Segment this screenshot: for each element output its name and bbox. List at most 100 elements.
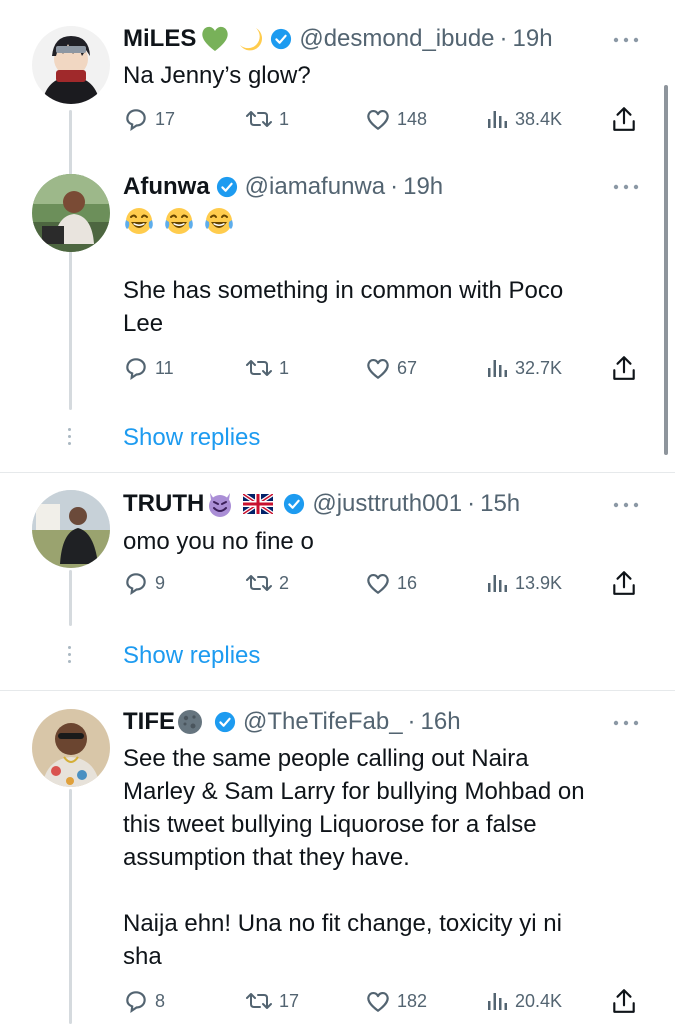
smiling-face-with-horns-icon (205, 489, 235, 519)
timestamp[interactable]: 15h (480, 490, 520, 518)
reply-button[interactable]: 9 (123, 567, 165, 599)
tweet-text-line: Lee (123, 310, 164, 337)
share-button[interactable] (611, 352, 637, 384)
tweet-text-line: See the same people calling out Naira (123, 745, 529, 772)
tweet-actions: 9 2 16 13.9K (123, 567, 643, 599)
separator-dot: · (407, 708, 416, 735)
green-heart-icon (200, 25, 230, 53)
tweet-header: MiLES @desmond_ibude · 19h (123, 21, 553, 57)
thread-line (69, 789, 72, 1024)
avatar[interactable] (32, 26, 110, 104)
repost-button[interactable]: 2 (245, 567, 289, 599)
handle[interactable]: @justtruth001 (312, 490, 462, 518)
views-button[interactable]: 32.7K (485, 352, 562, 384)
tweet-actions: 11 1 67 32.7K (123, 352, 643, 384)
views-icon (485, 356, 509, 380)
reply-count: 8 (155, 990, 166, 1011)
reply-button[interactable]: 17 (123, 103, 175, 135)
tweet-text: She has something in common with Poco Le… (123, 274, 643, 340)
timestamp[interactable]: 19h (403, 173, 443, 201)
tweet-text: Na Jenny’s glow? (123, 59, 643, 92)
reply-button[interactable]: 8 (123, 985, 165, 1017)
reply-icon (123, 355, 149, 381)
tweet-text-line: Marley & Sam Larry for bullying Mohbad o… (123, 778, 585, 805)
avatar[interactable] (32, 490, 110, 568)
more-options-icon[interactable] (612, 183, 640, 191)
reply-icon (123, 106, 149, 132)
tweet-text: See the same people calling out Naira Ma… (123, 742, 643, 973)
crescent-moon-icon (236, 25, 264, 53)
scrollbar[interactable] (664, 85, 668, 455)
thread-more-dots (67, 646, 73, 667)
handle[interactable]: @desmond_ibude (299, 25, 494, 53)
separator-dot: · (467, 490, 476, 517)
tweet-text-line: Naija ehn! Una no fit change, toxicity y… (123, 910, 562, 937)
reply-button[interactable]: 11 (123, 352, 174, 384)
repost-button[interactable]: 1 (245, 352, 289, 384)
thread-line (69, 570, 72, 626)
like-button[interactable]: 67 (365, 352, 417, 384)
reply-icon (123, 570, 149, 596)
tweet-header: TIFE @TheTifeFab_ · 16h (123, 704, 461, 740)
tweet-text: omo you no fine o (123, 525, 643, 558)
thread-3: TIFE @TheTifeFab_ · 16h See the same peo… (0, 691, 675, 1024)
like-button[interactable]: 16 (365, 567, 417, 599)
view-count: 32.7K (515, 357, 563, 378)
display-name[interactable]: TRUTH (123, 490, 204, 518)
share-button[interactable] (611, 103, 637, 135)
repost-icon (245, 570, 273, 596)
repost-button[interactable]: 17 (245, 985, 299, 1017)
views-button[interactable]: 13.9K (485, 567, 562, 599)
display-name[interactable]: Afunwa (123, 173, 210, 201)
thread-1: MiLES @desmond_ibude · 19h Na Jenny’s gl… (0, 0, 675, 472)
timestamp[interactable]: 16h (421, 708, 461, 736)
heart-icon (365, 107, 391, 131)
show-replies-link[interactable]: Show replies (123, 424, 260, 452)
avatar[interactable] (32, 709, 110, 787)
more-options-icon[interactable] (612, 36, 640, 44)
tweet-text-line: this tweet bullying Liquorose for a fals… (123, 811, 537, 838)
view-count: 20.4K (515, 990, 563, 1011)
views-button[interactable]: 20.4K (485, 985, 562, 1017)
share-icon (611, 987, 637, 1015)
tweet-text-line: She has something in common with Poco (123, 277, 564, 304)
display-name[interactable]: MiLES (123, 25, 196, 53)
like-count: 182 (397, 990, 428, 1011)
separator-dot: · (390, 173, 399, 200)
tweet-text-line: omo you no fine o (123, 528, 314, 555)
avatar[interactable] (32, 174, 110, 252)
repost-count: 17 (279, 990, 300, 1011)
share-button[interactable] (611, 985, 637, 1017)
repost-button[interactable]: 1 (245, 103, 289, 135)
emoji-line (123, 206, 643, 242)
timestamp[interactable]: 19h (513, 25, 553, 53)
verified-badge-icon[interactable] (283, 493, 305, 515)
verified-badge-icon[interactable] (214, 711, 236, 733)
handle[interactable]: @TheTifeFab_ (243, 708, 403, 736)
share-icon (611, 354, 637, 382)
like-count: 67 (397, 357, 418, 378)
views-button[interactable]: 38.4K (485, 103, 562, 135)
tears-of-joy-icon (123, 206, 155, 242)
tweet-actions: 17 1 148 38.4K (123, 103, 643, 135)
tweet-text-line: Na Jenny’s glow? (123, 62, 311, 89)
new-moon-face-icon (176, 708, 204, 736)
heart-icon (365, 989, 391, 1013)
more-options-icon[interactable] (612, 719, 640, 727)
tears-of-joy-icon (203, 206, 235, 242)
handle[interactable]: @iamafunwa (245, 173, 385, 201)
repost-count: 1 (279, 108, 290, 129)
display-name[interactable]: TIFE (123, 708, 175, 736)
heart-icon (365, 356, 391, 380)
verified-badge-icon[interactable] (270, 28, 292, 50)
share-button[interactable] (611, 567, 637, 599)
tears-of-joy-icon (163, 206, 195, 242)
view-count: 38.4K (515, 108, 563, 129)
more-options-icon[interactable] (612, 501, 640, 509)
show-replies-link[interactable]: Show replies (123, 642, 260, 670)
verified-badge-icon[interactable] (216, 176, 238, 198)
like-button[interactable]: 182 (365, 985, 427, 1017)
like-button[interactable]: 148 (365, 103, 427, 135)
views-icon (485, 989, 509, 1013)
